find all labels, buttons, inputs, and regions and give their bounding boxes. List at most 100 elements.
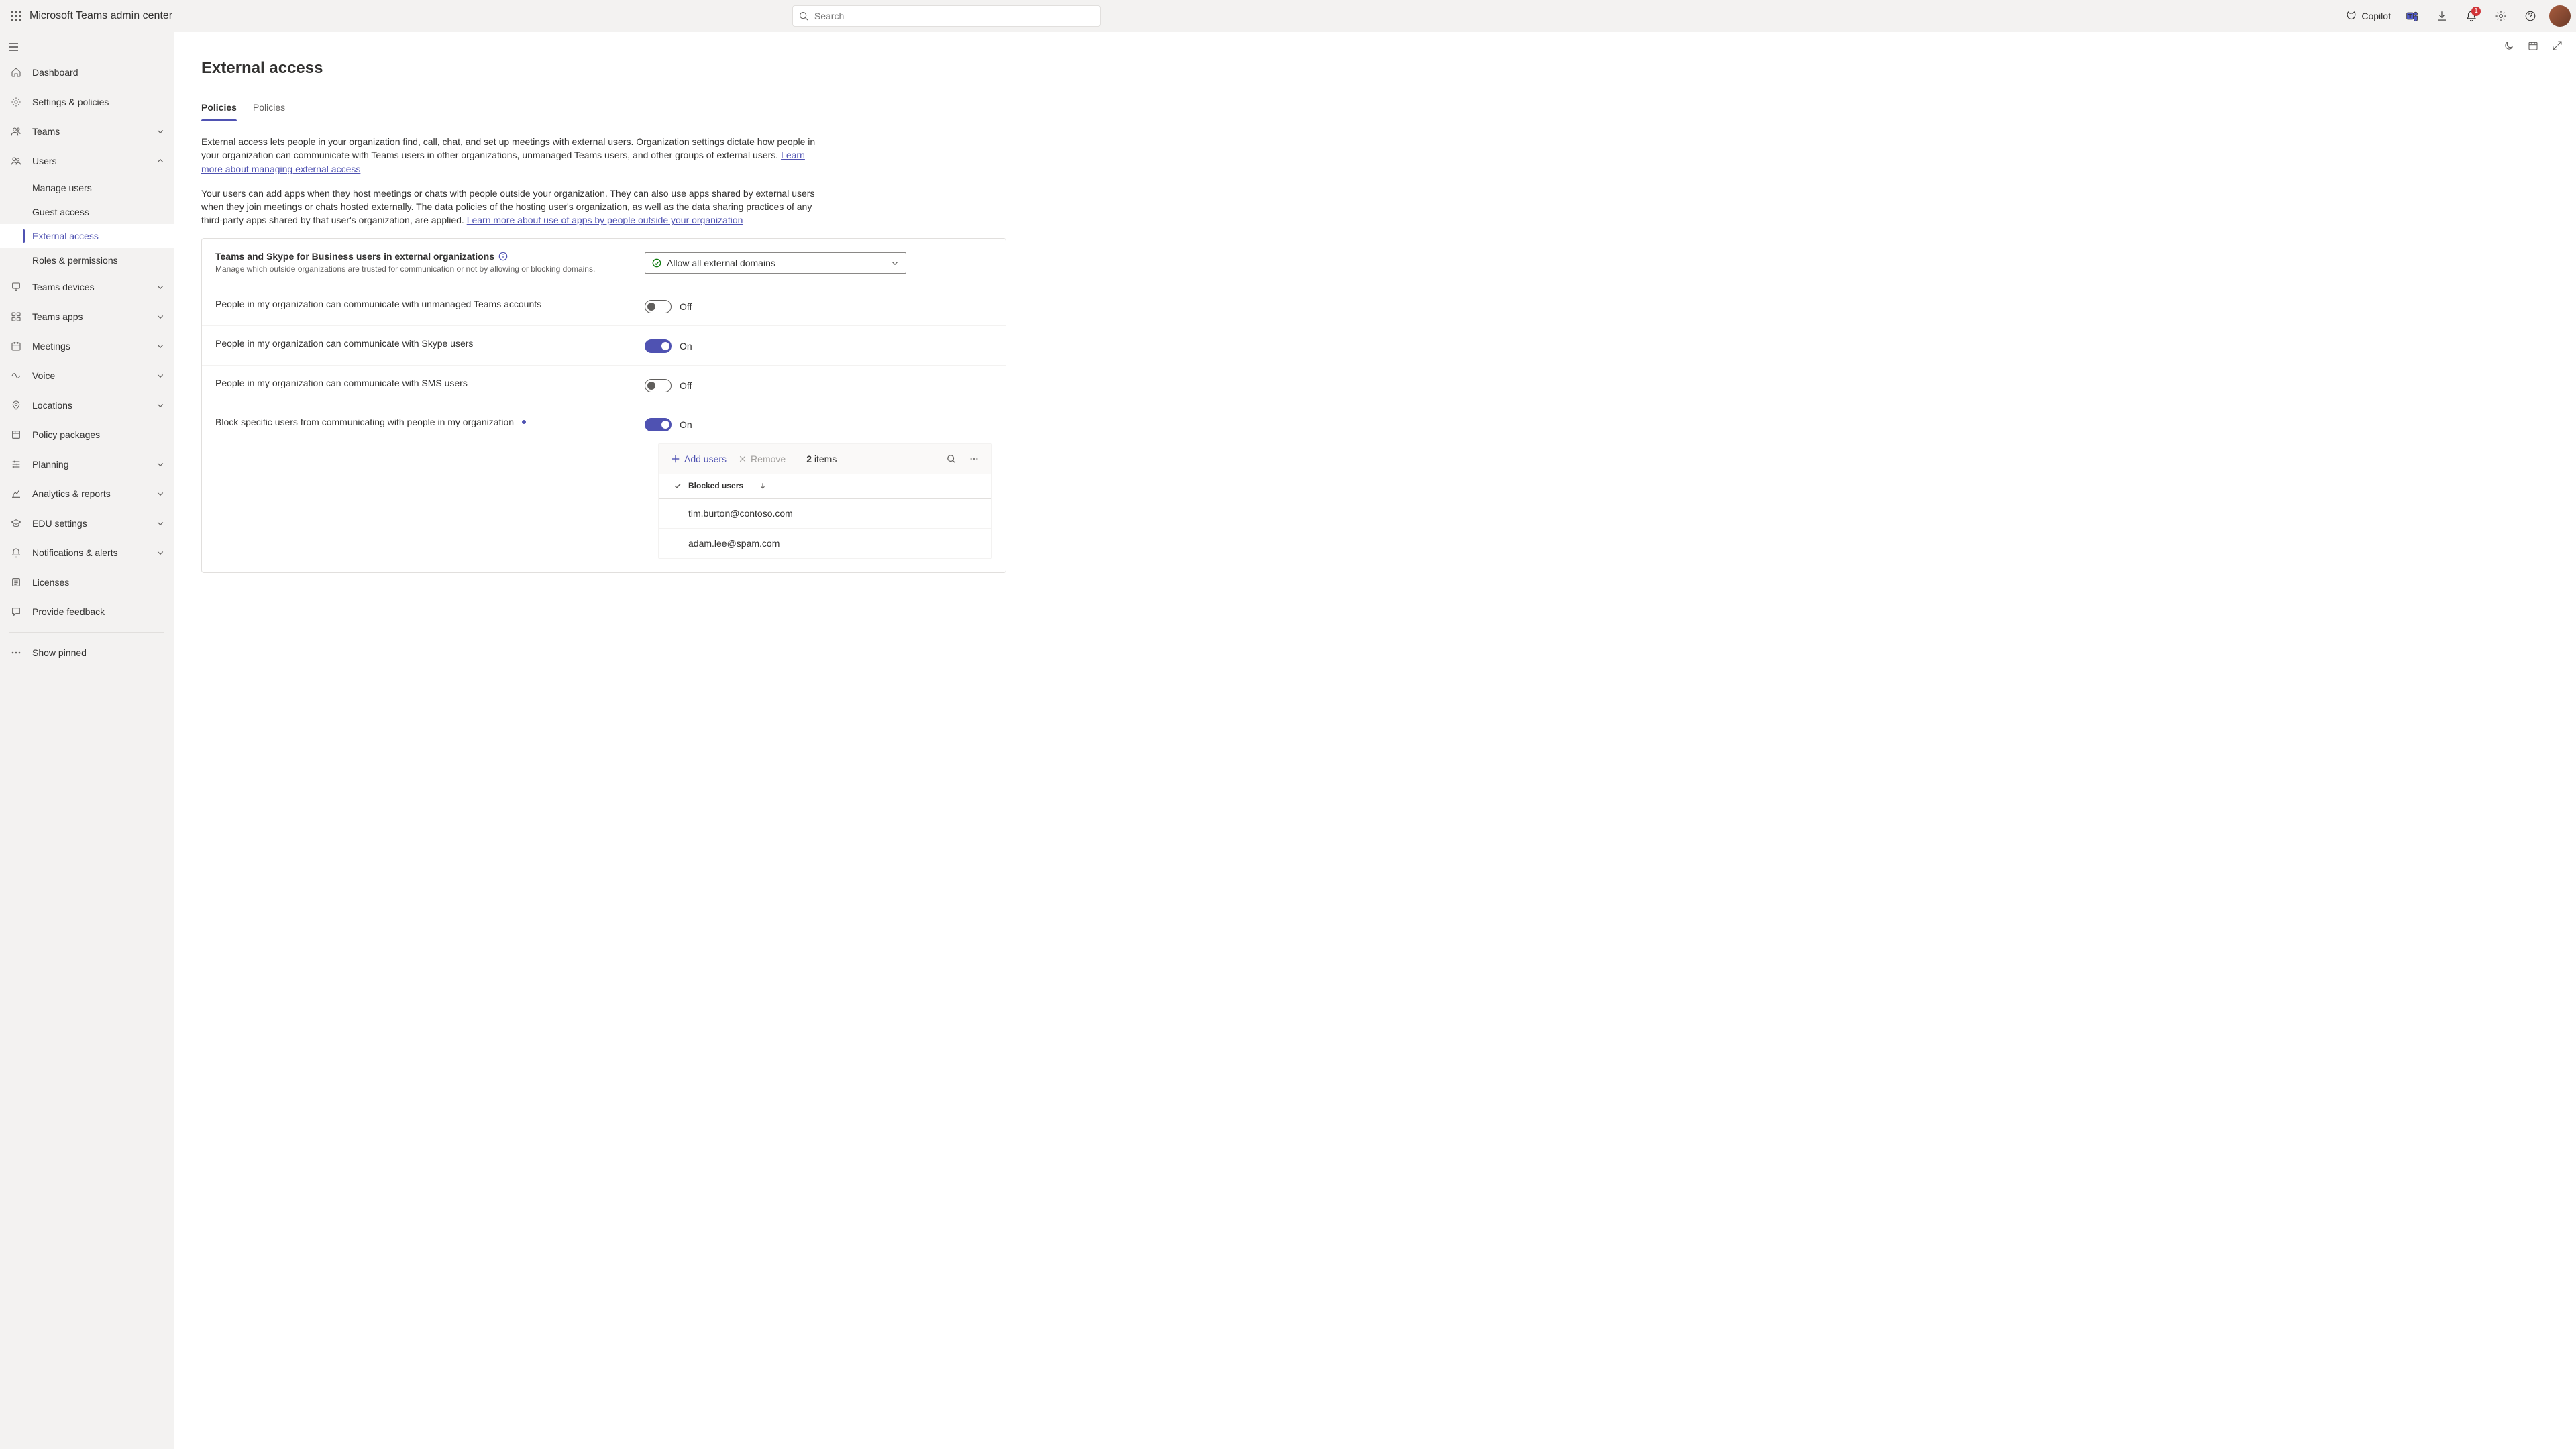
tab-policies-2[interactable]: Policies <box>253 97 285 121</box>
svg-text:T: T <box>2408 13 2412 19</box>
copilot-icon <box>2345 10 2357 22</box>
sidebar-item-label: Dashboard <box>32 67 78 78</box>
sidebar-item-label: Policy packages <box>32 429 100 440</box>
toggle-0[interactable] <box>645 300 672 313</box>
planning-icon <box>9 458 23 471</box>
sidebar-subitem-external-access[interactable]: External access <box>0 224 174 248</box>
sidebar-item-licenses[interactable]: Licenses <box>0 568 174 597</box>
toggle-label-2: People in my organization can communicat… <box>215 378 645 388</box>
external-domains-select[interactable]: Allow all external domains <box>645 252 906 274</box>
sidebar-subitem-guest-access[interactable]: Guest access <box>0 200 174 224</box>
sidebar-item-notifications-alerts[interactable]: Notifications & alerts <box>0 538 174 568</box>
blocked-table-header: Blocked users <box>659 474 991 499</box>
chevron-down-icon <box>156 342 164 350</box>
apps-icon <box>9 310 23 323</box>
sidebar-item-planning[interactable]: Planning <box>0 449 174 479</box>
toggle-state-0: Off <box>680 301 692 312</box>
blocked-email-1: adam.lee@spam.com <box>688 538 780 549</box>
sidebar-subitem-manage-users[interactable]: Manage users <box>0 176 174 200</box>
page-title: External access <box>201 59 1006 78</box>
toggle-2[interactable] <box>645 379 672 392</box>
sidebar-item-teams-apps[interactable]: Teams apps <box>0 302 174 331</box>
blocked-toolbar: Add users Remove 2 items <box>659 444 991 474</box>
waffle-icon[interactable] <box>5 5 27 27</box>
nav-divider <box>9 632 164 633</box>
more-icon <box>9 646 23 659</box>
select-all-checkbox[interactable] <box>667 482 688 490</box>
download-icon[interactable] <box>2428 3 2455 30</box>
sidebar-item-locations[interactable]: Locations <box>0 390 174 420</box>
sidebar-item-voice[interactable]: Voice <box>0 361 174 390</box>
learn-more-apps-link[interactable]: Learn more about use of apps by people o… <box>467 215 743 225</box>
sidebar-item-label: Settings & policies <box>32 97 109 107</box>
sidebar-item-users[interactable]: Users <box>0 146 174 176</box>
user-avatar[interactable] <box>2549 5 2571 27</box>
location-icon <box>9 398 23 412</box>
sidebar-item-teams[interactable]: Teams <box>0 117 174 146</box>
sidebar-item-label: Licenses <box>32 577 69 588</box>
chevron-down-icon <box>156 401 164 409</box>
blocked-row-1[interactable]: adam.lee@spam.com <box>659 529 991 558</box>
sidebar-item-label: Planning <box>32 459 69 470</box>
main: External access Policies Policies Extern… <box>174 32 2576 1449</box>
help-icon[interactable] <box>2517 3 2544 30</box>
toggle-title-0: People in my organization can communicat… <box>215 299 541 309</box>
x-icon <box>739 455 747 463</box>
chevron-down-icon <box>156 519 164 527</box>
blocked-row-0[interactable]: tim.burton@contoso.com <box>659 499 991 529</box>
chevron-down-icon <box>156 283 164 291</box>
add-users-button[interactable]: Add users <box>667 451 731 467</box>
copilot-label: Copilot <box>2361 11 2391 21</box>
sidebar-item-label: Teams apps <box>32 311 83 322</box>
external-domains-title: Teams and Skype for Business users in ex… <box>215 251 494 262</box>
block-users-row: Block specific users from communicating … <box>202 405 1006 443</box>
sidebar-item-provide-feedback[interactable]: Provide feedback <box>0 597 174 627</box>
chevron-down-icon <box>156 490 164 498</box>
remove-button: Remove <box>735 451 790 467</box>
block-users-label: Block specific users from communicating … <box>215 417 645 427</box>
sidebar-item-label: Voice <box>32 370 55 381</box>
toggle-row-2: People in my organization can communicat… <box>202 366 1006 405</box>
sidebar-item-meetings[interactable]: Meetings <box>0 331 174 361</box>
sidebar-item-label: EDU settings <box>32 518 87 529</box>
copilot-button[interactable]: Copilot <box>2340 7 2396 25</box>
info-icon[interactable] <box>498 252 508 261</box>
sidebar-item-edu-settings[interactable]: EDU settings <box>0 508 174 538</box>
sidebar-item-label: Meetings <box>32 341 70 352</box>
edu-icon <box>9 517 23 530</box>
chevron-down-icon <box>156 127 164 136</box>
chevron-down-icon <box>891 259 899 267</box>
calendar-icon <box>9 339 23 353</box>
settings-icon[interactable] <box>2487 3 2514 30</box>
sidebar-subitem-roles-permissions[interactable]: Roles & permissions <box>0 248 174 272</box>
toggle-title-1: People in my organization can communicat… <box>215 338 473 349</box>
sidebar-item-analytics-reports[interactable]: Analytics & reports <box>0 479 174 508</box>
blocked-column-header[interactable]: Blocked users <box>688 481 766 490</box>
plus-icon <box>671 454 680 464</box>
chevron-down-icon <box>156 549 164 557</box>
chevron-up-icon <box>156 157 164 165</box>
table-more-icon[interactable] <box>965 449 983 468</box>
block-users-toggle[interactable] <box>645 418 672 431</box>
nav: Dashboard Settings & policies TeamsUsersMa… <box>0 58 174 627</box>
table-search-icon[interactable] <box>942 449 961 468</box>
toggle-title-2: People in my organization can communicat… <box>215 378 468 388</box>
toggle-1[interactable] <box>645 339 672 353</box>
teams-icon[interactable]: T <box>2399 3 2426 30</box>
sidebar-item-policy-packages[interactable]: Policy packages <box>0 420 174 449</box>
item-count-text: items <box>812 453 837 464</box>
expand-icon[interactable] <box>2546 35 2568 56</box>
sidebar-item-teams-devices[interactable]: Teams devices <box>0 272 174 302</box>
dark-mode-icon[interactable] <box>2498 35 2520 56</box>
notifications-icon[interactable]: 1 <box>2458 3 2485 30</box>
sidebar-item-dashboard[interactable]: Dashboard <box>0 58 174 87</box>
search-input[interactable] <box>792 5 1101 27</box>
activity-log-icon[interactable] <box>2522 35 2544 56</box>
show-pinned[interactable]: Show pinned <box>0 638 174 667</box>
analytics-icon <box>9 487 23 500</box>
people-icon <box>9 125 23 138</box>
sidebar-item-settings-policies[interactable]: Settings & policies <box>0 87 174 117</box>
sidebar-toggle[interactable] <box>3 36 24 58</box>
tab-policies-1[interactable]: Policies <box>201 97 237 121</box>
item-count-number: 2 <box>806 453 812 464</box>
